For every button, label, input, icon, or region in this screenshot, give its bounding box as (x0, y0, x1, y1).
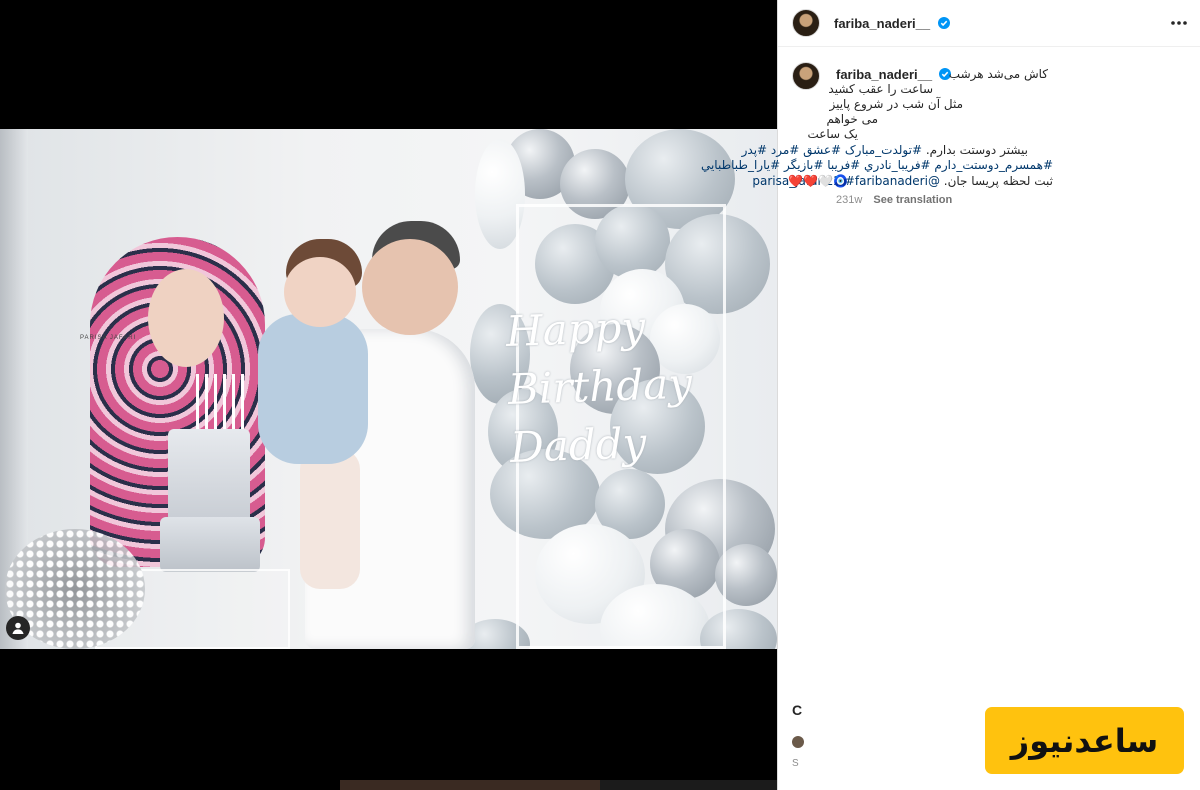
hashtag-links[interactable]: #تولدت_مبارک #عشق #مرد #پدر (742, 143, 922, 157)
cake-top-tier (168, 429, 250, 524)
header-username-text[interactable]: fariba_naderi__ (834, 16, 930, 31)
caption-line: مثل آن شب در شروع پاییز (829, 97, 963, 111)
woman-face (148, 269, 224, 367)
caption-emoji: 🧿🤍❤️❤️ (788, 174, 848, 188)
caption-line: می خواهم (826, 112, 878, 126)
see-translation-link[interactable]: See translation (873, 194, 952, 206)
verified-badge-icon (937, 16, 950, 29)
caption-username-text[interactable]: fariba_naderi__ (836, 67, 932, 82)
caption-line: کاش می‌شد هرشب (948, 67, 1048, 81)
avatar[interactable] (792, 9, 820, 37)
candles (196, 374, 246, 434)
hashtag-links[interactable]: #همسرم_دوستت_دارم #فريبا_نادري #فريبا #ب… (701, 158, 1053, 172)
child-legs (300, 449, 360, 589)
liked-by-avatar[interactable] (792, 736, 804, 748)
likes-partial-text: S (792, 758, 799, 769)
birthday-sign-line: Daddy (509, 418, 648, 472)
birthday-sign-line: Happy (505, 302, 646, 357)
caption-avatar[interactable] (792, 62, 820, 90)
action-bar-partial[interactable]: C (792, 702, 802, 718)
post-side-panel: fariba_naderi__ fariba_naderi__ کاش می‌ش… (701, 0, 1200, 790)
caption-meta: 231w See translation (836, 194, 952, 206)
photographer-watermark: PARISA JAFARI (80, 335, 137, 341)
birthday-sign-line: Birthday (507, 358, 693, 414)
site-watermark-text: ساعدنیوز (1010, 721, 1159, 760)
site-watermark-badge: ساعدنیوز (985, 707, 1184, 774)
caption-text: ثبت لحظه پریسا جان. (943, 174, 1053, 188)
post-header: fariba_naderi__ (778, 0, 1200, 47)
birthday-sign: Happy Birthday Daddy (505, 295, 741, 477)
caption-text: بیشتر دوستت بدارم. (925, 143, 1028, 157)
post-age[interactable]: 231w (836, 194, 862, 206)
media-viewer: Happy Birthday Daddy PARISA JAFARI (0, 0, 777, 790)
more-options-icon[interactable] (1169, 16, 1189, 30)
user-tag-button[interactable] (6, 616, 30, 640)
caption-line: بیشتر دوستت بدارم. #تولدت_مبارک #عشق #مر… (742, 143, 1028, 157)
caption-line: ساعت را عقب کشید (828, 82, 933, 96)
user-tag-icon (12, 622, 24, 634)
cake-bottom-tier (160, 517, 260, 572)
child-face (284, 257, 356, 327)
post-photo[interactable]: Happy Birthday Daddy PARISA JAFARI (0, 129, 777, 649)
caption-username[interactable]: fariba_naderi__ (836, 67, 951, 82)
caption-line: یک ساعت (807, 127, 858, 141)
header-username[interactable]: fariba_naderi__ (834, 16, 950, 31)
next-post-preview-strip (0, 780, 777, 790)
man-face (362, 239, 458, 335)
child-figure (258, 314, 368, 464)
